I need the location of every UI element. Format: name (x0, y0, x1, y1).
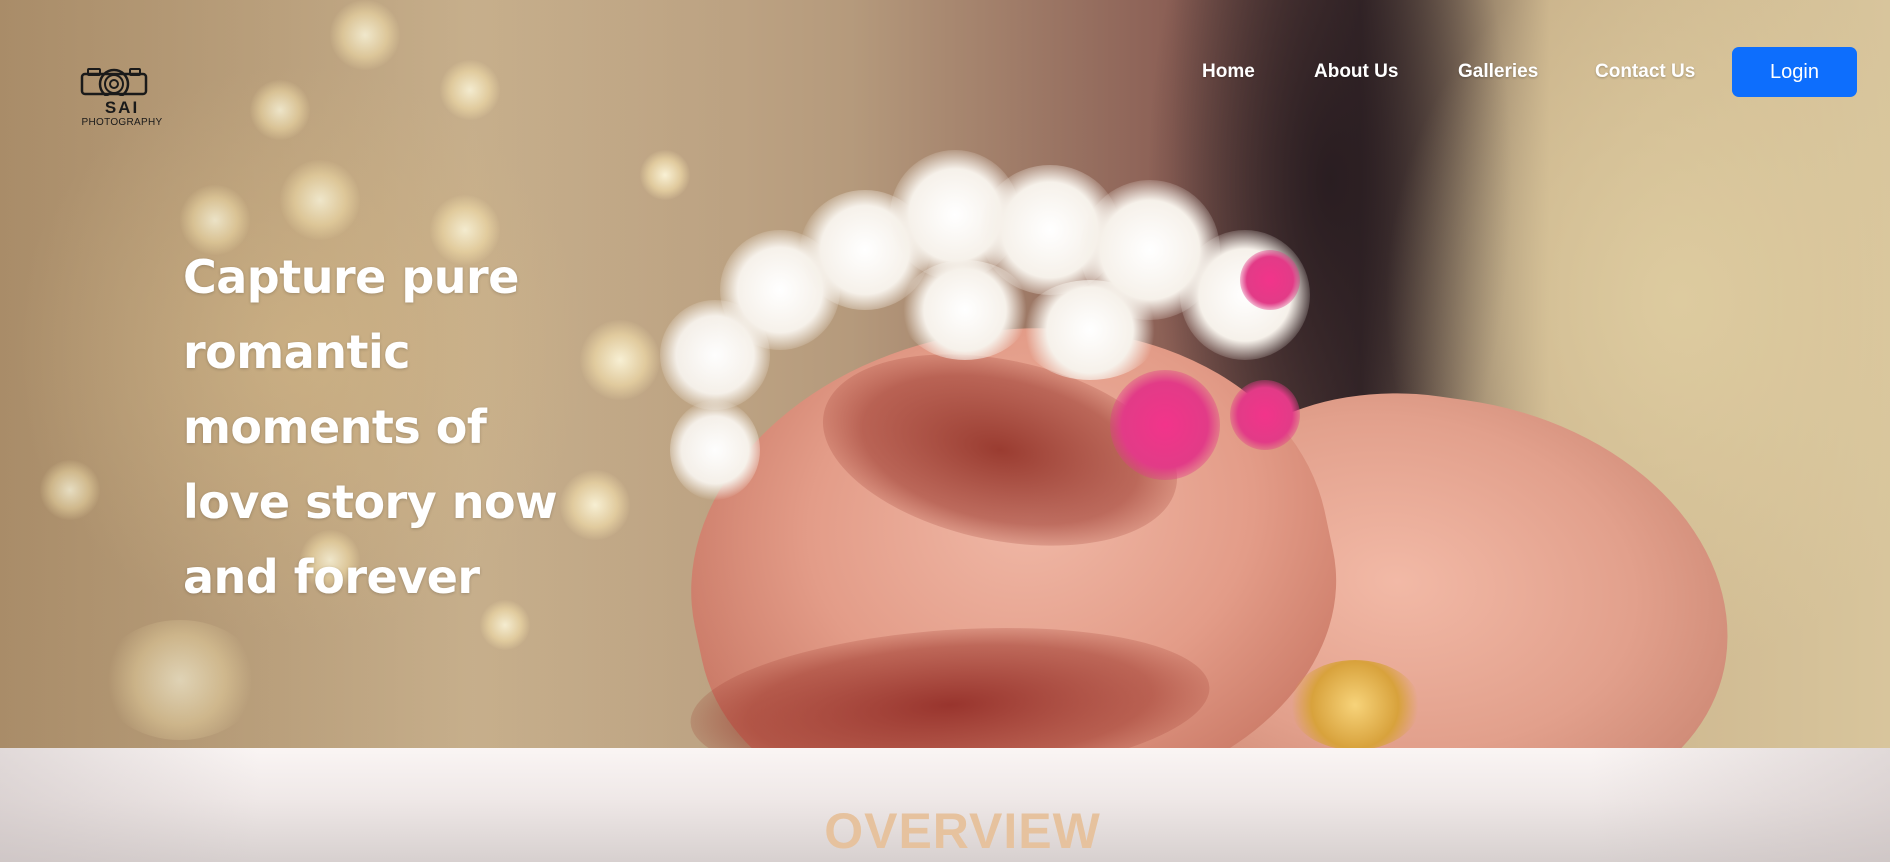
overview-heading: OVERVIEW (824, 803, 1101, 859)
page: SAI PHOTOGRAPHY Home About Us Galleries … (0, 0, 1890, 862)
hero-tagline-line: Capture pure (183, 250, 519, 304)
nav-about-us-link[interactable]: About Us (1314, 61, 1398, 83)
hero-tagline-line: moments of (183, 400, 487, 454)
hero-tagline-line: and forever (183, 550, 480, 604)
nav-home-link[interactable]: Home (1202, 61, 1255, 83)
nav-contact-us-link[interactable]: Contact Us (1595, 61, 1695, 83)
hero-tagline-line: romantic (183, 325, 411, 379)
nav-galleries-link[interactable]: Galleries (1458, 61, 1538, 83)
hero-tagline-line: love story now (183, 475, 558, 529)
login-button[interactable]: Login (1732, 47, 1857, 97)
hero-tagline: Capture pure romantic moments of love st… (183, 240, 583, 615)
brand-subtitle: PHOTOGRAPHY (81, 117, 163, 128)
camera-logo-icon (80, 68, 148, 96)
brand-name: SAI (104, 98, 140, 117)
brand-logo[interactable]: SAI PHOTOGRAPHY (76, 64, 168, 134)
